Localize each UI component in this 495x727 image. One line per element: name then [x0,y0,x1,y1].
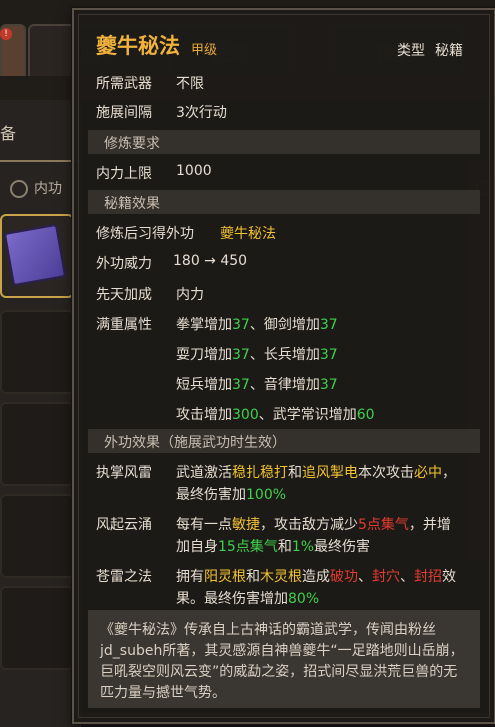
attr-row: 耍刀增加37、长兵增加37 [176,347,338,363]
learn-value: 夔牛秘法 [220,226,276,242]
effect-text: 每有一点敏捷，攻击敌方减少5点集气，并增 [176,517,451,533]
description-text: 《夔牛秘法》传承自上古神话的霸道武学，传闻由粉丝jd_subeh所著，其灵感源自… [100,622,464,701]
effect-name: 执掌风雷 [96,465,152,481]
item-title: 夔牛秘法 [96,34,180,58]
attr-row: 拳掌增加37、御剑增加37 [176,317,338,333]
attr-row: 攻击增加300、武学常识增加60 [176,407,375,423]
inventory-slot[interactable] [0,586,74,670]
learn-label: 修炼后习得外功 [96,226,194,242]
type-value: 秘籍 [435,43,463,59]
effect-name: 风起云涌 [96,517,152,533]
description-box: 《夔牛秘法》传承自上古神话的霸道武学，传闻由粉丝jd_subeh所著，其灵感源自… [88,610,480,708]
power-label: 外功威力 [96,256,152,272]
effect-name: 苍雷之法 [96,569,152,585]
attr-row: 短兵增加37、音律增加37 [176,377,338,393]
section-requirements: 修炼要求 [88,130,480,154]
innate-value: 内力 [176,287,204,303]
effect-text: 拥有阳灵根和木灵根造成破功、封穴、封招效 [176,569,456,585]
left-panel-label: 备 [0,124,17,143]
section-requirements-title: 修炼要求 [104,136,160,152]
weapon-value: 不限 [176,76,204,92]
effect-text: 加自身15点集气和1%最终伤害 [176,539,371,555]
power-value: 180 → 450 [173,253,248,269]
inventory-slot[interactable] [0,310,74,394]
interval-value: 3次行动 [176,105,227,121]
max-attrs-label: 满重属性 [96,317,152,333]
section-effects: 秘籍效果 [88,190,480,214]
notification-badge: ! [0,28,12,40]
effect-text: 最终伤害加100% [176,487,287,503]
inner-power-value: 1000 [176,163,212,179]
interval-label: 施展间隔 [96,105,152,121]
filter-label-neigong: 内功 [34,181,62,197]
section-effects-title: 秘籍效果 [104,196,160,212]
inner-power-label: 内力上限 [96,166,152,182]
inventory-slot[interactable] [0,402,74,486]
filter-radio-neigong[interactable] [10,180,28,198]
weapon-label: 所需武器 [96,76,152,92]
divider [0,160,80,162]
innate-label: 先天加成 [96,287,152,303]
book-icon [3,223,67,287]
item-tooltip: 夔牛秘法 甲级 类型 秘籍 所需武器 不限 施展间隔 3次行动 修炼要求 内力上… [72,8,495,724]
effect-text: 武道激活稳扎稳打和追风掣电本次攻击必中， [176,465,456,481]
section-external: 外功效果（施展武功时生效） [88,429,480,453]
section-external-title: 外功效果（施展武功时生效） [104,435,286,451]
type-label: 类型 [397,43,425,59]
inventory-slot[interactable] [0,494,74,578]
effect-text: 果。最终伤害增加80% [176,591,320,607]
item-grade: 甲级 [191,43,218,58]
